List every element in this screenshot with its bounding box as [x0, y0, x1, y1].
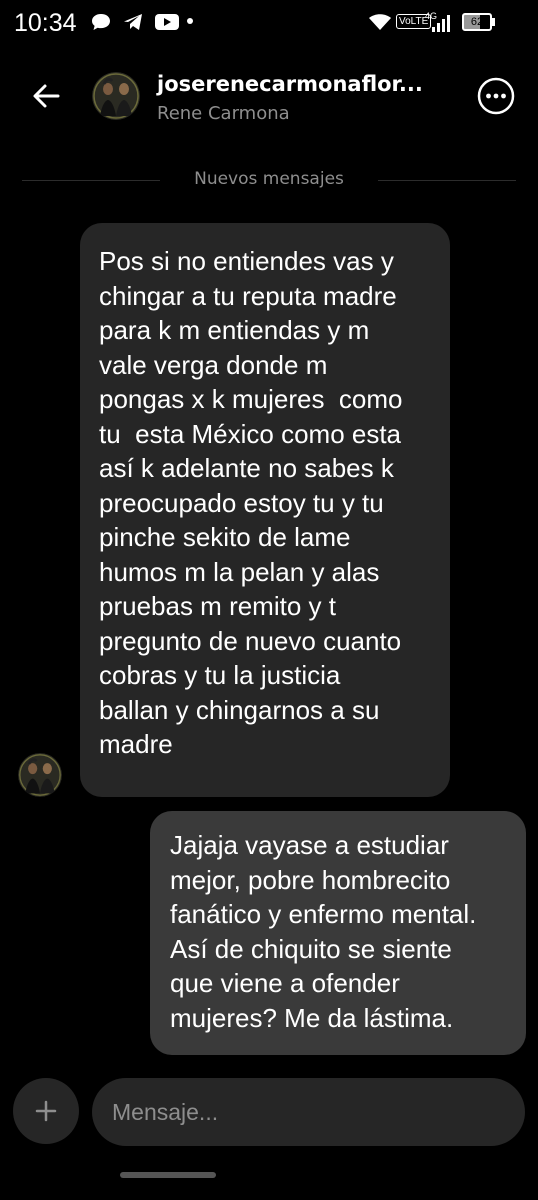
bottom-cutoff	[100, 1172, 240, 1200]
message-line: tu esta México como esta	[99, 418, 402, 449]
message-line: vale verga donde m	[99, 349, 328, 380]
message-line: fanático y enfermo mental.	[170, 899, 477, 929]
signal-icon	[432, 15, 450, 32]
message-line: pruebas m remito y t	[99, 591, 336, 621]
new-messages-divider: Nuevos mensajes	[0, 168, 538, 192]
outgoing-message-bubble[interactable]: Jajaja vayase a estudiar mejor, pobre ho…	[150, 811, 526, 1055]
wifi-icon	[369, 14, 391, 30]
sender-avatar[interactable]	[18, 753, 62, 797]
dot-icon	[187, 18, 193, 24]
incoming-message-bubble[interactable]: Pos si no entiendes vas y chingar a tu r…	[80, 223, 450, 797]
message-line: humos m la pelan y alas	[99, 556, 380, 587]
battery-tip	[492, 18, 495, 26]
message-line: pinche sekito de lame	[99, 522, 351, 552]
message-line: madre	[99, 729, 173, 759]
status-time: 10:34	[14, 9, 77, 37]
message-line: Pos si no entiendes vas y	[99, 246, 394, 276]
message-line: Así de chiquito se siente	[170, 933, 452, 964]
profile-photo	[92, 72, 140, 120]
arrow-left-icon	[33, 84, 60, 108]
message-composer	[0, 1076, 538, 1152]
divider-label: Nuevos mensajes	[194, 169, 344, 189]
avatar[interactable]	[92, 72, 140, 120]
add-button[interactable]	[13, 1078, 79, 1144]
telegram-icon	[124, 14, 142, 30]
message-line: pongas x k mujeres como	[99, 384, 403, 414]
message-line: ballan y chingarnos a su	[99, 694, 380, 725]
plus-icon	[35, 1100, 57, 1122]
message-line: así k adelante no sabes k	[99, 453, 394, 483]
message-line: cobras y tu la justicia	[99, 660, 341, 690]
message-line: chingar a tu reputa madre	[99, 280, 397, 311]
thread-header: joserenecarmonaflor... Rene Carmona	[0, 60, 538, 132]
thread-username[interactable]: joserenecarmonaflor...	[157, 72, 423, 96]
more-button[interactable]	[476, 76, 516, 116]
divider-line-right	[378, 180, 516, 181]
navigation-handle	[120, 1172, 216, 1178]
chat-notification-icon	[92, 14, 110, 30]
message-input[interactable]	[92, 1078, 525, 1146]
message-line: pregunto de nuevo cuanto	[99, 625, 402, 656]
profile-photo	[18, 753, 62, 797]
message-line: mejor, pobre hombrecito	[170, 864, 451, 895]
more-horizontal-icon	[477, 77, 515, 115]
message-line: mujeres? Me da lástima.	[170, 1002, 454, 1033]
message-line: preocupado estoy tu y tu	[99, 487, 384, 518]
message-line: Jajaja vayase a estudiar	[170, 830, 449, 860]
battery-indicator: 62	[462, 13, 492, 31]
youtube-icon	[155, 14, 179, 30]
status-bar: 10:34 VoLTE 4G 62	[0, 0, 538, 48]
message-line: que viene a ofender	[170, 968, 400, 998]
back-button[interactable]	[28, 78, 64, 114]
thread-display-name: Rene Carmona	[157, 103, 290, 124]
message-line: para k m entiendas y m	[99, 315, 370, 345]
